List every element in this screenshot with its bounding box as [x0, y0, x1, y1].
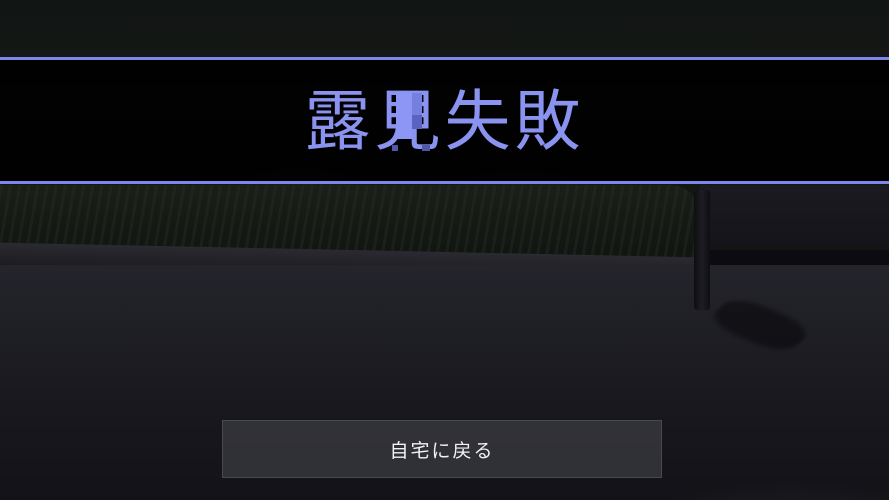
return-home-button[interactable]: 自宅に戻る — [222, 420, 662, 478]
game-scene: 露見失敗 自宅に戻る — [0, 0, 889, 500]
result-banner: 露見失敗 — [0, 57, 889, 184]
street-post — [694, 190, 710, 310]
result-title: 露見失敗 — [304, 83, 585, 160]
return-home-label: 自宅に戻る — [389, 439, 495, 462]
glitch-artifact — [392, 93, 434, 155]
background-wall — [700, 185, 889, 245]
